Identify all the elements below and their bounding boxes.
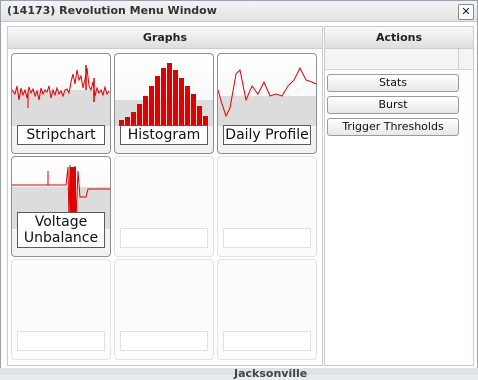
background-text: Jacksonville: [234, 367, 308, 380]
window-content: Graphs Stripchart Histogram Daily Profil…: [7, 26, 474, 366]
burst-button[interactable]: Burst: [327, 96, 459, 114]
voltage-unbalance-tile[interactable]: Voltage Unbalance: [11, 156, 111, 257]
voltage-unbalance-label: Voltage Unbalance: [17, 212, 105, 248]
empty-tile-label: [223, 331, 311, 351]
empty-graph-tile: [217, 259, 317, 360]
empty-graph-tile: [114, 156, 214, 257]
close-icon[interactable]: ✕: [458, 4, 474, 20]
empty-graph-tile: [114, 259, 214, 360]
window-titlebar[interactable]: (14173) Revolution Menu Window ✕: [1, 1, 477, 22]
empty-graph-tile: [217, 156, 317, 257]
empty-graph-tile: [11, 259, 111, 360]
actions-header: Actions: [325, 27, 473, 49]
revolution-menu-window: (14173) Revolution Menu Window ✕ Graphs …: [0, 0, 478, 369]
daily-profile-tile[interactable]: Daily Profile: [217, 53, 317, 154]
empty-tile-label: [120, 228, 208, 248]
daily-profile-preview-icon: [218, 66, 316, 126]
daily-profile-label: Daily Profile: [223, 125, 311, 145]
window-title: (14173) Revolution Menu Window: [7, 4, 217, 17]
graphs-header: Graphs: [8, 27, 322, 49]
stripchart-preview-icon: [12, 65, 110, 126]
histogram-label: Histogram: [120, 125, 208, 145]
empty-tile-label: [120, 331, 208, 351]
histogram-preview-icon: [115, 63, 213, 126]
graphs-panel: Graphs Stripchart Histogram Daily Profil…: [7, 26, 323, 366]
empty-tile-label: [223, 228, 311, 248]
histogram-tile[interactable]: Histogram: [114, 53, 214, 154]
stats-button[interactable]: Stats: [327, 74, 459, 92]
actions-toolbar: [325, 49, 473, 70]
stripchart-label: Stripchart: [17, 125, 105, 145]
empty-tile-label: [17, 331, 105, 351]
trigger-thresholds-button[interactable]: Trigger Thresholds: [327, 118, 459, 136]
stripchart-tile[interactable]: Stripchart: [11, 53, 111, 154]
actions-panel: Actions Stats Burst Trigger Thresholds: [324, 26, 474, 366]
toolbar-divider: [458, 49, 459, 69]
